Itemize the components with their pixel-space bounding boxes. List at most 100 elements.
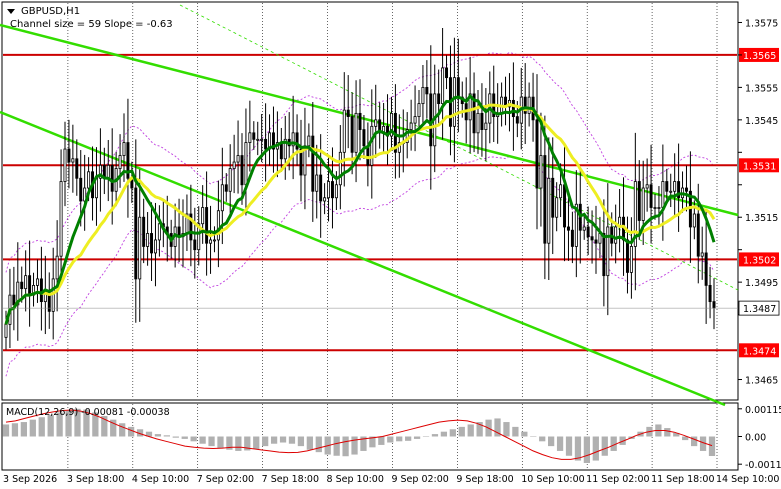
bull-candle	[24, 275, 28, 290]
bull-candle	[657, 207, 661, 209]
bull-candle	[106, 164, 110, 179]
bull-candle	[157, 223, 161, 241]
bull-candle	[645, 184, 649, 189]
bull-candle	[244, 142, 248, 186]
bear-candle	[79, 177, 83, 202]
support-resistance-levels	[3, 53, 737, 352]
bear-candle	[563, 184, 567, 228]
bull-candle	[327, 181, 331, 199]
level-label: 1.3502	[743, 255, 776, 266]
price-tick-label: 1.3465	[745, 376, 778, 387]
macd-histogram-bar	[440, 431, 448, 437]
bear-candle	[358, 112, 362, 130]
bull-candle	[256, 138, 260, 141]
macd-histogram-bar	[217, 436, 224, 449]
macd-histogram-bar	[449, 429, 456, 437]
macd-histogram-bar	[565, 436, 573, 456]
bull-candle	[153, 239, 157, 254]
bull-candle	[216, 210, 220, 241]
time-label: 7 Sep 02:00	[197, 474, 254, 485]
bull-candle	[212, 239, 216, 242]
bear-candle	[570, 229, 574, 247]
bull-candle	[55, 255, 59, 280]
price-tick-label: 1.3495	[745, 278, 778, 289]
bull-candle	[606, 226, 610, 277]
bear-candle	[193, 239, 197, 251]
macd-histogram-bar	[262, 436, 269, 447]
bear-candle	[456, 77, 460, 98]
macd-histogram-bar	[270, 436, 278, 444]
bull-candle	[334, 184, 338, 199]
bull-candle	[476, 112, 480, 134]
bear-candle	[437, 93, 441, 105]
macd-histogram-bar	[512, 426, 519, 437]
bull-candle	[452, 77, 456, 127]
bear-candle	[142, 216, 146, 247]
current-price-label: 1.3487	[743, 304, 776, 315]
bear-candle	[350, 116, 354, 153]
bull-candle	[209, 239, 213, 244]
bear-candle	[551, 177, 555, 218]
macd-histogram-bar	[556, 436, 564, 451]
level-label: 1.3565	[743, 51, 776, 62]
bull-candle	[323, 197, 327, 202]
bear-candle	[535, 119, 539, 189]
macd-histogram-bar	[378, 436, 385, 445]
bull-candle	[374, 119, 378, 127]
bull-candle	[555, 197, 559, 218]
macd-histogram-bar	[503, 422, 510, 437]
bear-candle	[20, 281, 24, 290]
price-tick-label: 1.3515	[745, 213, 778, 224]
bull-candle	[260, 138, 264, 141]
macd-histogram-bar	[601, 436, 608, 456]
bull-candle	[641, 187, 645, 221]
macd-histogram-bar	[119, 423, 126, 437]
bear-candle	[67, 148, 71, 163]
bull-candle	[35, 278, 39, 286]
bull-candle	[421, 86, 425, 105]
macd-histogram-bar	[405, 436, 412, 441]
bull-candle	[122, 142, 126, 156]
bear-candle	[134, 187, 138, 280]
price-chart[interactable]: 1.3565 1.3531 1.3502 1.3474 1.3575 1.3555 1.35…	[0, 0, 781, 489]
bull-candle	[441, 67, 445, 105]
bull-candle	[63, 148, 67, 182]
macd-histogram-bar	[396, 436, 403, 442]
bear-candle	[366, 145, 370, 166]
macd-histogram-bar	[333, 436, 340, 456]
bull-candle	[354, 112, 358, 153]
bear-candle	[425, 86, 429, 95]
macd-histogram-bar	[458, 426, 465, 437]
bull-candle	[342, 109, 346, 153]
bear-candle	[543, 155, 547, 244]
macd-histogram-bar	[208, 436, 215, 447]
macd-histogram-bar	[583, 436, 591, 463]
macd-histogram-bar	[297, 436, 305, 447]
bull-candle	[673, 181, 677, 192]
bull-candle	[59, 181, 63, 257]
time-label: 11 Sep 02:00	[586, 474, 649, 485]
bear-candle	[708, 284, 712, 303]
macd-histogram-bar	[574, 436, 582, 461]
macd-histogram-bar	[235, 436, 242, 451]
bull-candle	[146, 233, 150, 247]
bull-candle	[700, 252, 704, 257]
bear-candle	[252, 132, 256, 140]
bear-candle	[511, 99, 515, 118]
bear-candle	[240, 155, 244, 186]
bear-candle	[362, 129, 366, 147]
macd-histogram-bar	[413, 436, 421, 439]
time-axis: 3 Sep 2026 3 Sep 18:00 4 Sep 10:00 7 Sep 02…	[3, 474, 779, 485]
macd-histogram-bar	[11, 423, 19, 437]
bull-candle	[220, 184, 224, 212]
macd-histogram-bar	[253, 436, 260, 450]
bear-candle	[330, 181, 334, 199]
macd-histogram-bar	[592, 436, 599, 461]
triangle-down-icon[interactable]	[7, 9, 15, 14]
bull-candle	[338, 151, 342, 186]
bear-candle	[712, 301, 716, 309]
macd-tick-label: 0.00115	[745, 405, 781, 416]
time-label: 8 Sep 10:00	[327, 474, 384, 485]
bear-candle	[110, 164, 114, 192]
bear-candle	[28, 275, 32, 296]
